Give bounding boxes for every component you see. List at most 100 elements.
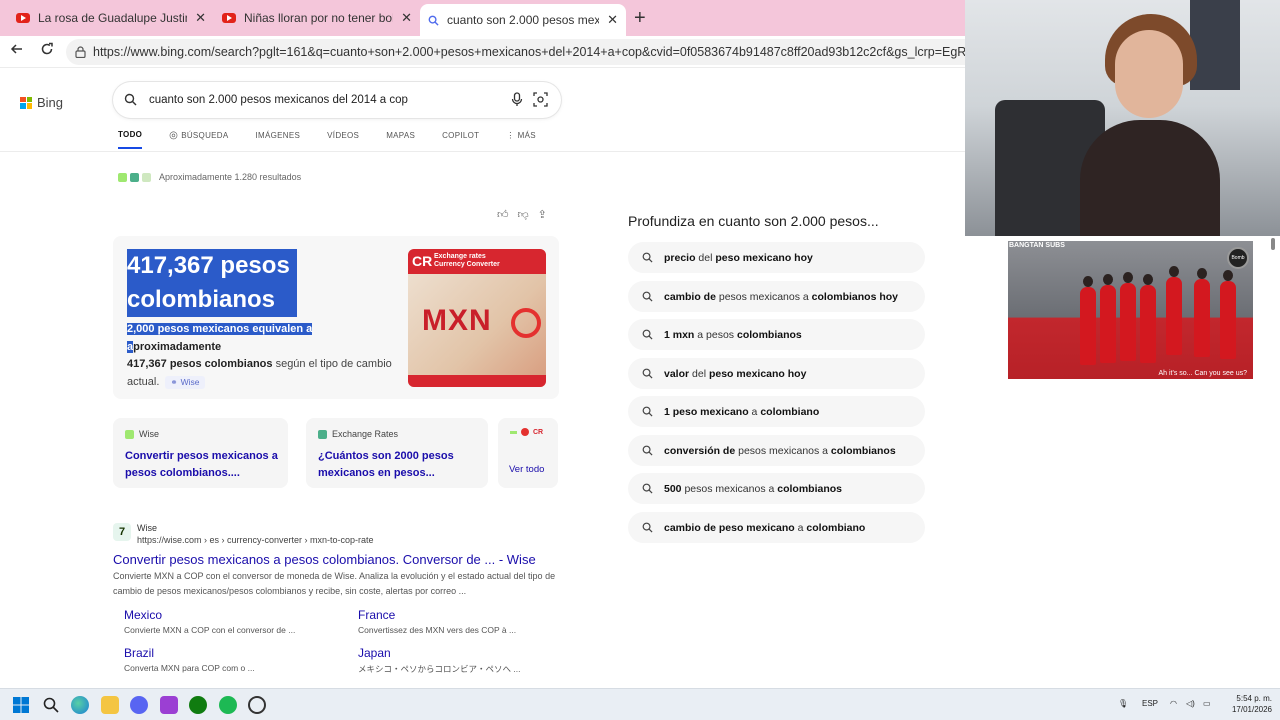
deeplink-japan[interactable]: Japan xyxy=(358,646,391,660)
tab-todo[interactable]: TODO xyxy=(118,130,143,149)
xbox-icon[interactable] xyxy=(189,696,207,714)
see-all-link[interactable]: Ver todo xyxy=(509,464,544,475)
thumbs-down-icon[interactable]: 👎︎ xyxy=(518,208,529,221)
thumbs-up-icon[interactable]: 👍︎ xyxy=(497,208,509,221)
page-scrollbar[interactable] xyxy=(1266,236,1280,688)
results-count: Aproximadamente 1.280 resultados xyxy=(118,172,301,182)
tab-videos[interactable]: VÍDEOS xyxy=(327,130,359,149)
tab-mapas[interactable]: MAPAS xyxy=(386,130,415,149)
result-source: 7 Wise https://wise.com › es › currency-… xyxy=(113,523,374,545)
tab-mas[interactable]: ⋮ MÁS xyxy=(506,130,536,149)
system-clock[interactable]: 5:54 p. m. 17/01/2026 xyxy=(1232,693,1272,715)
currency-answer-card: 417,367 pesos colombianos 2,000 pesos me… xyxy=(113,236,559,399)
bing-logo[interactable]: Bing xyxy=(20,95,63,110)
related-search-item[interactable]: conversión de pesos mexicanos a colombia… xyxy=(628,435,925,466)
related-search-item[interactable]: precio del peso mexicano hoy xyxy=(628,242,925,273)
windows-taskbar: 🎙︎ ESP ◠ ◁) ▭ 5:54 p. m. 17/01/2026 xyxy=(0,688,1280,720)
battery-icon[interactable]: ▭ xyxy=(1203,699,1211,708)
related-search-item[interactable]: cambio de peso mexicano a colombiano xyxy=(628,512,925,543)
figure xyxy=(1166,266,1182,355)
spotify-icon[interactable] xyxy=(219,696,237,714)
search-icon xyxy=(642,406,653,417)
scope-tabs: TODO ◎ BÚSQUEDA IMÁGENES VÍDEOS MAPAS COP… xyxy=(118,130,563,149)
search-icon xyxy=(642,522,653,533)
link-icon: ⚭ xyxy=(170,376,178,387)
figure xyxy=(1194,268,1210,357)
search-icon xyxy=(642,368,653,379)
search-query-text: cuanto son 2.000 pesos mexicanos del 201… xyxy=(149,94,408,106)
tab-1[interactable]: La rosa de Guadalupe Justin Bieber ✕ xyxy=(8,5,214,31)
tab-busqueda[interactable]: ◎ BÚSQUEDA xyxy=(169,130,228,149)
microphone-tray-icon[interactable]: 🎙︎ xyxy=(1118,699,1128,708)
result-title-link[interactable]: Convertir pesos mexicanos a pesos colomb… xyxy=(113,552,536,567)
search-input[interactable]: cuanto son 2.000 pesos mexicanos del 201… xyxy=(113,82,561,118)
result-snippet: Convierte MXN a COP con el conversor de … xyxy=(113,571,556,596)
language-indicator[interactable]: ESP xyxy=(1142,699,1158,708)
channel-logo: BANGTAN SUBS xyxy=(1009,242,1065,249)
microsoft-logo-icon xyxy=(20,96,32,109)
answer-text: 2,000 pesos mexicanos equivalen a aproxi… xyxy=(127,321,402,391)
source-favicons xyxy=(118,172,151,182)
exchange-rates-image[interactable]: Exchange rates Currency Converter CR MXN xyxy=(408,249,546,387)
exchange-rates-icon xyxy=(318,429,327,439)
figure xyxy=(1120,272,1136,361)
search-icon xyxy=(642,329,653,340)
search-icon xyxy=(642,445,653,456)
person-face xyxy=(1115,30,1183,118)
tab-title: Niñas lloran por no tener boleto p xyxy=(244,11,393,25)
pip-video[interactable]: BANGTAN SUBS Bomb Ah it's so... Can you … xyxy=(1008,241,1253,379)
search-icon xyxy=(642,483,653,494)
tab-copilot[interactable]: COPILOT xyxy=(442,130,479,149)
source-chip-wise[interactable]: ⚭ Wise xyxy=(165,375,205,389)
wifi-icon[interactable]: ◠ xyxy=(1170,699,1177,708)
related-search-item[interactable]: valor del peso mexicano hoy xyxy=(628,358,925,389)
visual-search-icon[interactable] xyxy=(533,92,548,107)
settings-icon[interactable] xyxy=(248,696,266,714)
search-icon xyxy=(428,15,439,26)
converted-value: 417,367 pesos colombianos xyxy=(127,249,297,317)
image-mxn-text: MXN xyxy=(422,304,492,337)
figure xyxy=(1140,274,1156,363)
back-icon[interactable] xyxy=(10,42,24,61)
badge-icon: Bomb xyxy=(1227,247,1249,269)
volume-icon[interactable]: ◁) xyxy=(1186,699,1195,708)
share-icon[interactable]: ⇪ xyxy=(538,208,547,221)
wise-icon xyxy=(125,429,134,439)
search-icon[interactable] xyxy=(42,696,60,714)
source-card-wise[interactable]: Wise Convertir pesos mexicanos a pesos c… xyxy=(113,418,288,488)
search-icon xyxy=(642,252,653,263)
close-tab-icon[interactable]: ✕ xyxy=(401,10,412,26)
tab-3-active[interactable]: cuanto son 2.000 pesos mexicanos ✕ xyxy=(420,4,626,36)
see-all-card[interactable]: CR Ver todo xyxy=(498,418,558,488)
discord-icon[interactable] xyxy=(130,696,148,714)
new-tab-button[interactable]: + xyxy=(634,7,646,30)
answer-feedback: 👍︎ 👎︎ ⇪ xyxy=(497,208,547,221)
copilot-search-icon: ◎ xyxy=(169,130,179,141)
refresh-icon[interactable] xyxy=(40,42,54,61)
bing-logo-text: Bing xyxy=(37,95,64,110)
file-explorer-icon[interactable] xyxy=(101,696,119,714)
start-icon[interactable] xyxy=(12,696,30,714)
related-search-item[interactable]: 1 mxn a pesos colombianos xyxy=(628,319,925,350)
related-search-item[interactable]: 1 peso mexicano a colombiano xyxy=(628,396,925,427)
tab-2[interactable]: Niñas lloran por no tener boleto p ✕ xyxy=(214,5,420,31)
wise-logo-icon: 7 xyxy=(113,523,131,541)
tab-imagenes[interactable]: IMÁGENES xyxy=(256,130,301,149)
deeplink-mexico[interactable]: Mexico xyxy=(124,608,162,622)
related-search-item[interactable]: cambio de pesos mexicanos a colombianos … xyxy=(628,281,925,312)
microphone-icon[interactable] xyxy=(511,92,523,107)
figure xyxy=(1220,270,1236,359)
deeplink-brazil[interactable]: Brazil xyxy=(124,646,154,660)
url-field[interactable]: https://www.bing.com/search?pglt=161&q=c… xyxy=(66,39,986,65)
exchange-swirl-icon xyxy=(511,308,541,338)
result-breadcrumb[interactable]: https://wise.com › es › currency-convert… xyxy=(137,535,374,545)
lock-icon xyxy=(75,46,86,58)
app-icon[interactable] xyxy=(160,696,178,714)
source-card-exchange-rates[interactable]: Exchange Rates ¿Cuántos son 2000 pesos m… xyxy=(306,418,488,488)
close-tab-icon[interactable]: ✕ xyxy=(195,10,206,26)
deeplink-france[interactable]: France xyxy=(358,608,395,622)
close-tab-icon[interactable]: ✕ xyxy=(607,12,618,28)
search-icon xyxy=(642,291,653,302)
related-search-item[interactable]: 500 pesos mexicanos a colombianos xyxy=(628,473,925,504)
edge-icon[interactable] xyxy=(71,696,89,714)
